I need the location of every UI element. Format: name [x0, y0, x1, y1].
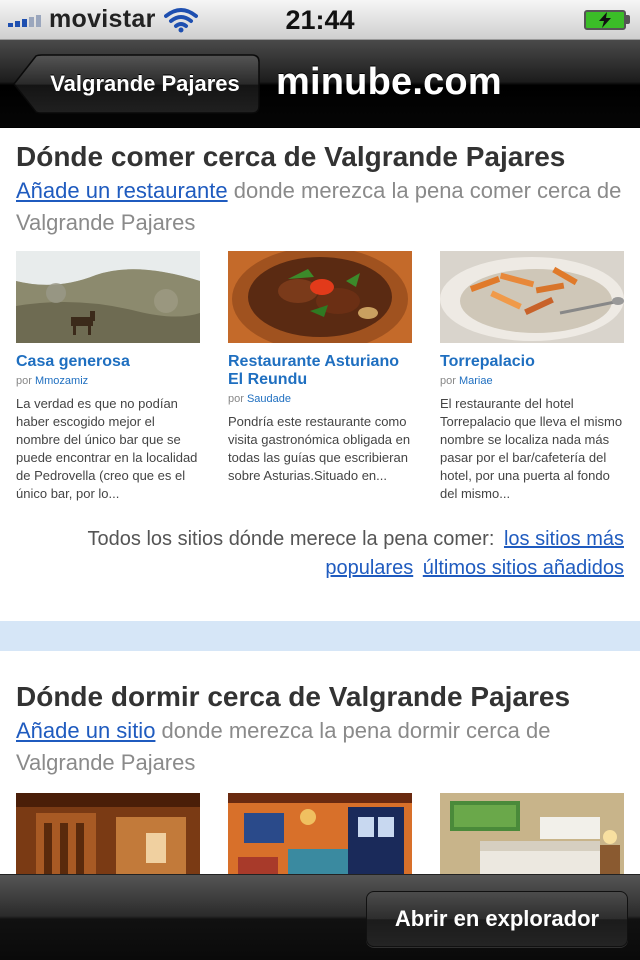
author-link[interactable]: Mmozamiz: [35, 375, 88, 387]
place-photo-wooden-interior[interactable]: [16, 793, 200, 874]
place-photo-hotel-room[interactable]: [440, 793, 624, 874]
add-place-link[interactable]: Añade un sitio: [16, 718, 155, 743]
signal-icon: [8, 13, 41, 27]
carrier-name: movistar: [49, 5, 156, 33]
place-card[interactable]: Restaurante Asturiano El Reundu por Saud…: [228, 251, 412, 503]
place-card[interactable]: [228, 793, 412, 874]
place-photo-colorful-room[interactable]: [228, 793, 412, 874]
sleep-section: Dónde dormir cerca de Valgrande Pajares …: [0, 651, 640, 874]
eat-heading: Dónde comer cerca de Valgrande Pajares: [16, 141, 566, 172]
sleep-lead: Añade un sitio donde merezca la pena dor…: [16, 715, 624, 779]
bottom-toolbar: Abrir en explorador: [0, 874, 640, 960]
status-bar: movistar: [0, 0, 640, 40]
author-prefix: por: [228, 393, 244, 405]
author-link[interactable]: Mariae: [459, 375, 493, 387]
place-photo-seafood[interactable]: [440, 251, 624, 343]
page-title: minube.com: [276, 61, 502, 103]
eat-cards: Casa generosa por Mmozamiz La verdad es …: [16, 251, 624, 503]
place-author-line: por Mmozamiz: [16, 375, 200, 387]
place-card[interactable]: [440, 793, 624, 874]
place-description: La verdad es que no podían haber escogid…: [16, 396, 198, 501]
author-link[interactable]: Saudade: [247, 393, 291, 405]
more-text: Todos los sitios dónde merece la pena co…: [87, 528, 495, 550]
place-author-line: por Mariae: [440, 375, 624, 387]
content-area[interactable]: Dónde comer cerca de Valgrande Pajares A…: [0, 129, 640, 874]
place-photo-hillside[interactable]: [16, 251, 200, 343]
place-card[interactable]: [16, 793, 200, 874]
section-divider: [0, 621, 640, 651]
sleep-cards: [16, 793, 624, 874]
place-author-line: por Saudade: [228, 393, 412, 405]
back-button-label: Valgrande Pajares: [50, 71, 240, 96]
author-prefix: por: [440, 375, 456, 387]
battery-charging-icon: [584, 9, 630, 30]
open-in-browser-button[interactable]: Abrir en explorador: [366, 891, 628, 947]
author-prefix: por: [16, 375, 32, 387]
navigation-bar: Valgrande Pajares minube.com: [0, 40, 640, 128]
eat-section: Dónde comer cerca de Valgrande Pajares A…: [0, 129, 640, 583]
place-card[interactable]: Torrepalacio por Mariae El restaurante d…: [440, 251, 624, 503]
place-card[interactable]: Casa generosa por Mmozamiz La verdad es …: [16, 251, 200, 503]
place-description: El restaurante del hotel Torrepalacio qu…: [440, 396, 623, 501]
place-title[interactable]: Casa generosa: [16, 353, 200, 371]
recent-places-link[interactable]: últimos sitios añadidos: [423, 557, 624, 579]
back-button[interactable]: Valgrande Pajares: [12, 54, 260, 114]
wifi-icon: [163, 7, 198, 32]
eat-lead: Añade un restaurante donde merezca la pe…: [16, 175, 624, 239]
status-left: movistar: [8, 5, 198, 34]
place-description: Pondría este restaurante como visita gas…: [228, 414, 411, 483]
add-restaurant-link[interactable]: Añade un restaurante: [16, 178, 228, 203]
place-title[interactable]: Torrepalacio: [440, 353, 624, 371]
place-title[interactable]: Restaurante Asturiano El Reundu: [228, 353, 412, 389]
place-photo-stew[interactable]: [228, 251, 412, 343]
eat-more-links: Todos los sitios dónde merece la pena co…: [16, 525, 624, 583]
sleep-heading: Dónde dormir cerca de Valgrande Pajares: [16, 681, 571, 712]
